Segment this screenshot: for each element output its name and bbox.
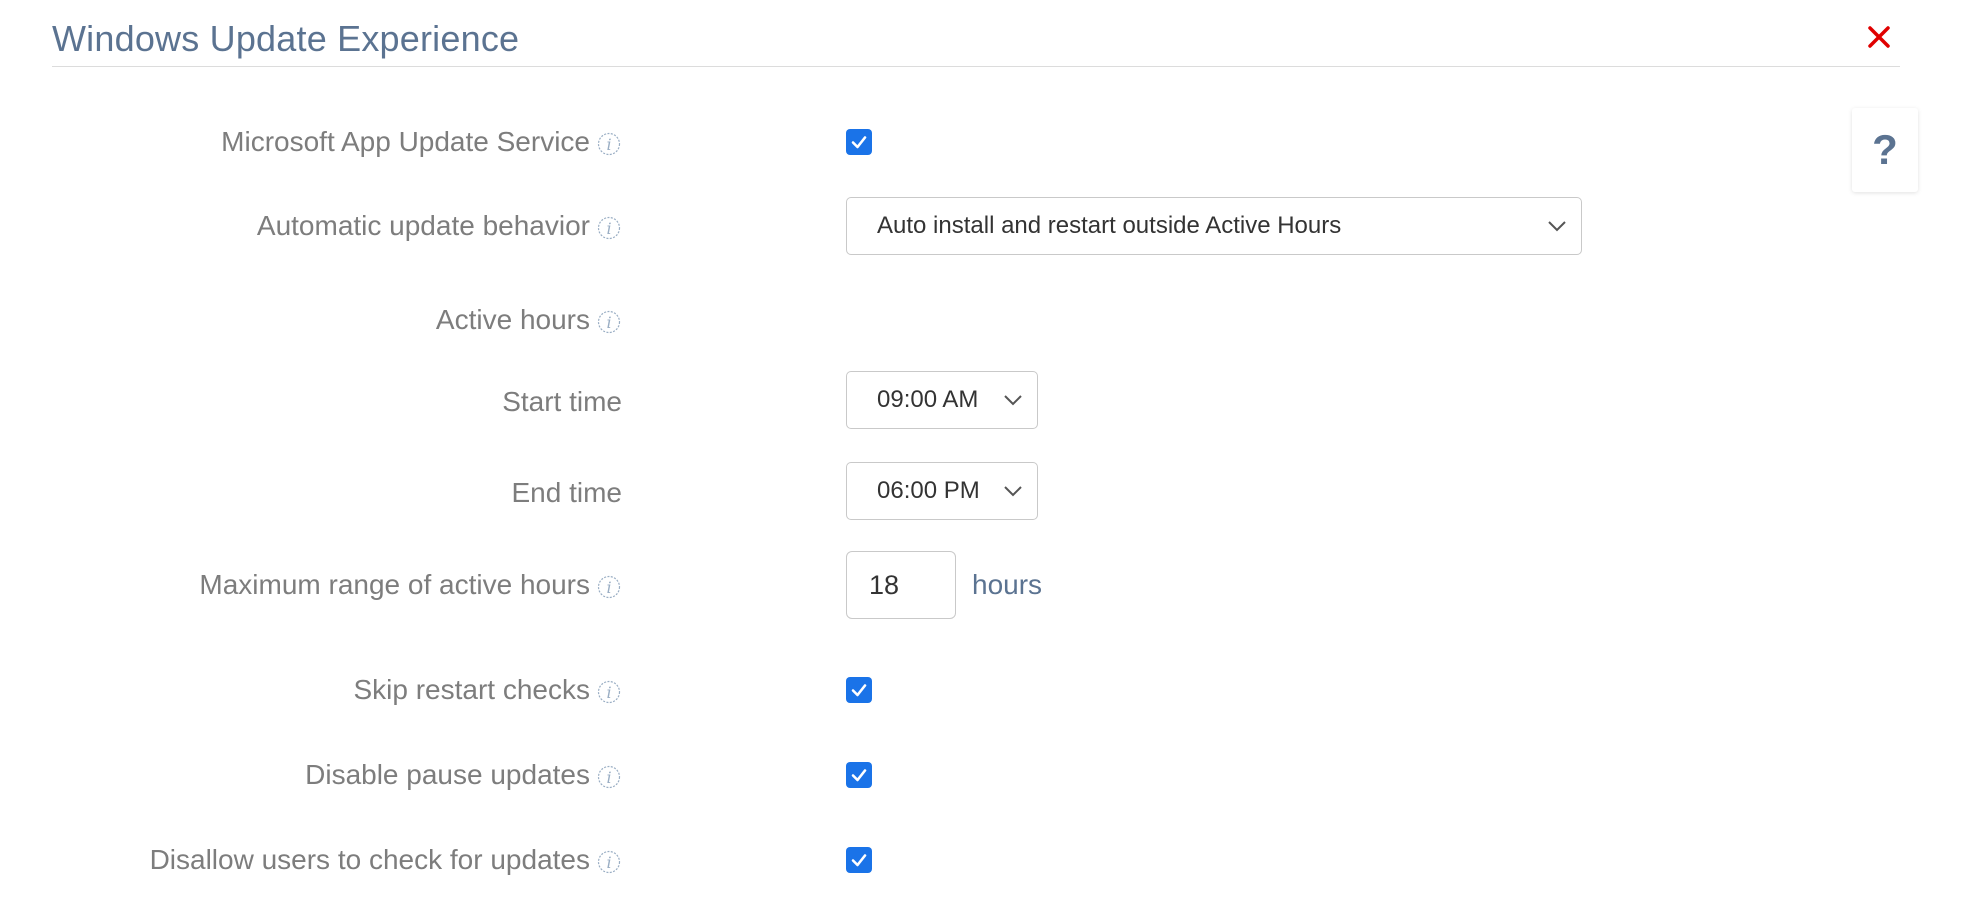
row-start-time: Start time 09:00 AM <box>0 371 1800 432</box>
info-icon[interactable]: i <box>596 764 622 790</box>
row-max-range: Maximum range of active hours i 18 hours <box>0 551 1800 619</box>
info-icon[interactable]: i <box>596 679 622 705</box>
chevron-down-icon <box>1004 486 1022 497</box>
automatic-update-behavior-select[interactable]: Auto install and restart outside Active … <box>846 197 1582 255</box>
max-range-label: Maximum range of active hours <box>199 569 590 600</box>
max-range-unit: hours <box>972 569 1043 600</box>
svg-text:i: i <box>606 768 611 787</box>
checkmark-icon <box>851 684 867 697</box>
svg-text:i: i <box>606 219 611 238</box>
checkmark-icon <box>851 769 867 782</box>
row-active-hours: Active hours i <box>0 290 1800 350</box>
help-button[interactable]: ? <box>1852 108 1918 192</box>
skip-restart-checks-label: Skip restart checks <box>353 674 590 705</box>
disallow-check-updates-label: Disallow users to check for updates <box>149 844 590 875</box>
row-skip-restart-checks: Skip restart checks i <box>0 660 1800 720</box>
start-time-value: 09:00 AM <box>877 386 979 413</box>
disable-pause-updates-checkbox[interactable] <box>846 762 872 788</box>
chevron-down-icon <box>1548 221 1566 232</box>
start-time-label: Start time <box>502 386 622 417</box>
info-icon[interactable]: i <box>596 309 622 335</box>
windows-update-experience-panel: Windows Update Experience ? Microsoft Ap… <box>0 0 1962 901</box>
page-title: Windows Update Experience <box>52 18 520 59</box>
skip-restart-checks-checkbox[interactable] <box>846 677 872 703</box>
automatic-update-behavior-label: Automatic update behavior <box>256 210 590 241</box>
chevron-down-icon <box>1004 395 1022 406</box>
max-range-input[interactable]: 18 <box>846 551 956 619</box>
checkmark-icon <box>851 854 867 867</box>
microsoft-app-update-label: Microsoft App Update Service <box>221 126 590 157</box>
info-icon[interactable]: i <box>596 574 622 600</box>
svg-text:i: i <box>606 135 611 154</box>
help-icon: ? <box>1872 126 1898 173</box>
info-icon[interactable]: i <box>596 215 622 241</box>
active-hours-label: Active hours <box>435 304 590 335</box>
svg-text:i: i <box>606 853 611 872</box>
end-time-select[interactable]: 06:00 PM <box>846 462 1038 520</box>
svg-text:i: i <box>606 313 611 332</box>
row-automatic-update-behavior: Automatic update behavior i Auto install… <box>0 196 1800 256</box>
checkmark-icon <box>851 136 867 149</box>
info-icon[interactable]: i <box>596 849 622 875</box>
panel-header: Windows Update Experience <box>52 10 1900 67</box>
start-time-select[interactable]: 09:00 AM <box>846 371 1038 429</box>
svg-text:i: i <box>606 683 611 702</box>
close-icon <box>1868 26 1890 48</box>
end-time-value: 06:00 PM <box>877 477 980 504</box>
disable-pause-updates-label: Disable pause updates <box>305 759 590 790</box>
disallow-check-updates-checkbox[interactable] <box>846 847 872 873</box>
microsoft-app-update-checkbox[interactable] <box>846 129 872 155</box>
row-end-time: End time 06:00 PM <box>0 462 1800 523</box>
row-disable-pause-updates: Disable pause updates i <box>0 745 1800 805</box>
svg-text:i: i <box>606 578 611 597</box>
automatic-update-behavior-value: Auto install and restart outside Active … <box>877 212 1342 239</box>
end-time-label: End time <box>511 477 623 508</box>
row-microsoft-app-update: Microsoft App Update Service i <box>0 112 1800 172</box>
close-button[interactable] <box>1862 20 1896 54</box>
info-icon[interactable]: i <box>596 131 622 157</box>
row-disallow-check-updates: Disallow users to check for updates i <box>0 830 1800 890</box>
